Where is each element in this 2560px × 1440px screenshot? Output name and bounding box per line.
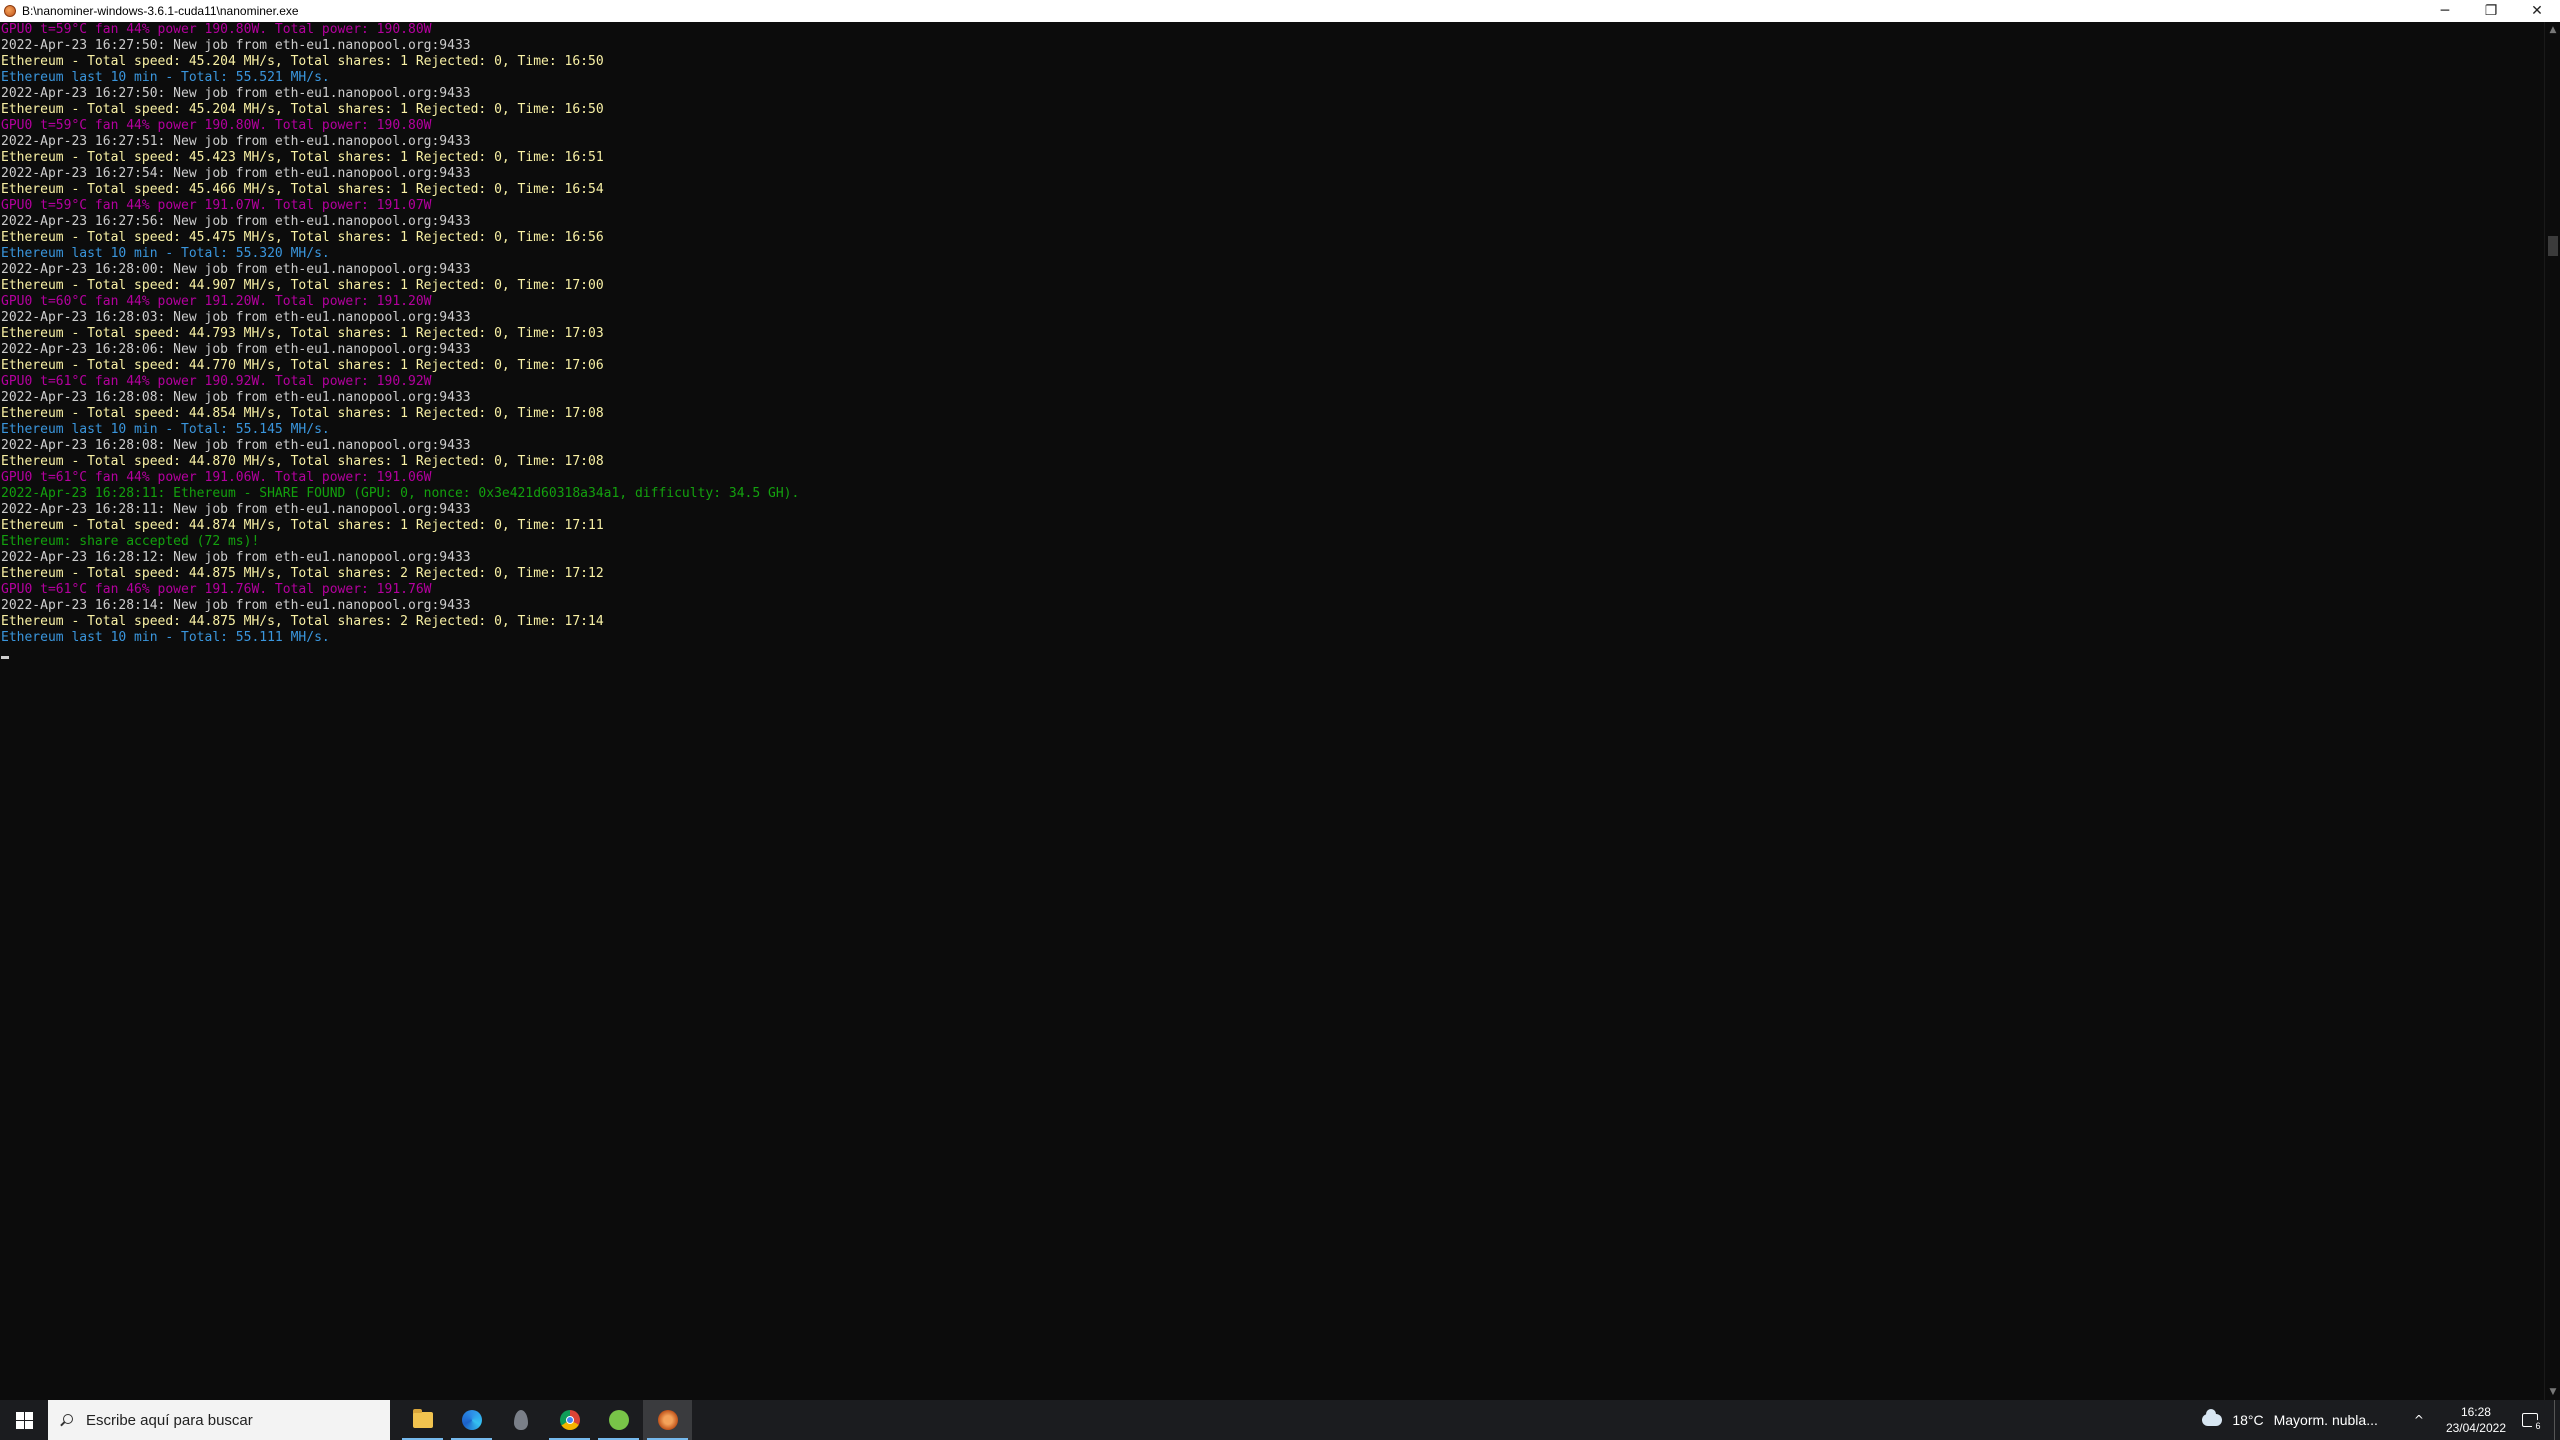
console-line: GPU0 t=59°C fan 44% power 191.07W. Total…: [1, 198, 432, 213]
console-line: Ethereum - Total speed: 45.423 MH/s, Tot…: [1, 150, 604, 165]
cloud-icon: [2202, 1409, 2223, 1426]
taskbar: 18°C Mayorm. nubla... ^ 16:28 23/04/2022…: [0, 1400, 2560, 1440]
window-controls: ─ ❐ ✕: [2422, 0, 2560, 22]
close-button[interactable]: ✕: [2514, 0, 2560, 22]
weather-desc: Mayorm. nubla...: [2273, 1412, 2378, 1428]
console-line: Ethereum - Total speed: 44.793 MH/s, Tot…: [1, 326, 604, 341]
scroll-down-arrow-icon[interactable]: ▼: [2545, 1384, 2560, 1400]
taskbar-app-chrome[interactable]: [545, 1400, 594, 1440]
windows-logo-icon: [15, 1411, 33, 1429]
flame-icon: [513, 1410, 528, 1430]
console-line: Ethereum - Total speed: 45.204 MH/s, Tot…: [1, 102, 604, 117]
taskbar-apps: [398, 1400, 692, 1440]
console-line: GPU0 t=59°C fan 44% power 190.80W. Total…: [1, 118, 432, 133]
taskbar-app-nanominer[interactable]: [643, 1400, 692, 1440]
system-tray: 18°C Mayorm. nubla... ^ 16:28 23/04/2022…: [2202, 1400, 2560, 1440]
console-line: 2022-Apr-23 16:27:50: New job from eth-e…: [1, 86, 471, 101]
console-line: Ethereum - Total speed: 44.870 MH/s, Tot…: [1, 454, 604, 469]
console-line: 2022-Apr-23 16:28:11: Ethereum - SHARE F…: [1, 486, 800, 501]
console-line: Ethereum - Total speed: 45.466 MH/s, Tot…: [1, 182, 604, 197]
title-bar[interactable]: B:\nanominer-windows-3.6.1-cuda11\nanomi…: [0, 0, 2560, 22]
console-line: Ethereum - Total speed: 44.875 MH/s, Tot…: [1, 614, 604, 629]
notification-icon[interactable]: 6: [2522, 1413, 2544, 1432]
utorrent-icon: [608, 1410, 629, 1430]
console-line: 2022-Apr-23 16:27:50: New job from eth-e…: [1, 38, 471, 53]
clock-time: 16:28: [2460, 1405, 2491, 1419]
weather-temp: 18°C: [2232, 1412, 2264, 1428]
clock-date: 23/04/2022: [2445, 1421, 2506, 1435]
console-line: Ethereum: share accepted (72 ms)!: [1, 534, 260, 549]
console-line: Ethereum - Total speed: 44.874 MH/s, Tot…: [1, 518, 604, 533]
console-line: GPU0 t=61°C fan 44% power 190.92W. Total…: [1, 374, 432, 389]
nanominer-app-icon[interactable]: [4, 5, 16, 17]
nanominer-icon: [657, 1410, 678, 1430]
taskbar-app-utorrent[interactable]: [594, 1400, 643, 1440]
console-output[interactable]: GPU0 t=59°C fan 44% power 190.80W. Total…: [0, 22, 2544, 1400]
console-line: GPU0 t=60°C fan 44% power 191.20W. Total…: [1, 294, 432, 309]
console-line: 2022-Apr-23 16:28:12: New job from eth-e…: [1, 550, 471, 565]
console-line: GPU0 t=61°C fan 46% power 191.76W. Total…: [1, 582, 432, 597]
window-title: B:\nanominer-windows-3.6.1-cuda11\nanomi…: [22, 4, 299, 18]
console-line: GPU0 t=61°C fan 44% power 191.06W. Total…: [1, 470, 432, 485]
console-line: GPU0 t=59°C fan 44% power 190.80W. Total…: [1, 22, 432, 37]
taskbar-app-flame-app[interactable]: [496, 1400, 545, 1440]
minimize-button[interactable]: ─: [2422, 0, 2468, 22]
console-line: Ethereum - Total speed: 44.770 MH/s, Tot…: [1, 358, 604, 373]
show-desktop-button[interactable]: [2554, 1400, 2560, 1440]
console-line: 2022-Apr-23 16:28:06: New job from eth-e…: [1, 342, 471, 357]
console-line: Ethereum - Total speed: 44.907 MH/s, Tot…: [1, 278, 604, 293]
console-line: 2022-Apr-23 16:27:56: New job from eth-e…: [1, 214, 471, 229]
console-lines: GPU0 t=59°C fan 44% power 190.80W. Total…: [0, 22, 2544, 646]
console-line: Ethereum last 10 min - Total: 55.145 MH/…: [1, 422, 330, 437]
console-line: 2022-Apr-23 16:27:54: New job from eth-e…: [1, 166, 471, 181]
console-line: 2022-Apr-23 16:27:51: New job from eth-e…: [1, 134, 471, 149]
console-line: 2022-Apr-23 16:28:03: New job from eth-e…: [1, 310, 471, 325]
vertical-scrollbar[interactable]: ▲ ▼: [2544, 22, 2560, 1400]
chevron-up-icon[interactable]: ^: [2414, 1413, 2424, 1427]
notification-count: 6: [2532, 1420, 2544, 1432]
console-line: 2022-Apr-23 16:28:00: New job from eth-e…: [1, 262, 471, 277]
chrome-icon: [559, 1410, 580, 1430]
scroll-up-arrow-icon[interactable]: ▲: [2545, 22, 2560, 38]
console-line: Ethereum - Total speed: 45.475 MH/s, Tot…: [1, 230, 604, 245]
taskbar-app-edge[interactable]: [447, 1400, 496, 1440]
console-line: Ethereum - Total speed: 44.875 MH/s, Tot…: [1, 566, 604, 581]
maximize-button[interactable]: ❐: [2468, 0, 2514, 22]
console-line: 2022-Apr-23 16:28:08: New job from eth-e…: [1, 438, 471, 453]
start-button[interactable]: [0, 1400, 48, 1440]
folder-icon: [412, 1409, 433, 1428]
console-line: Ethereum - Total speed: 45.204 MH/s, Tot…: [1, 54, 604, 69]
console-line: 2022-Apr-23 16:28:08: New job from eth-e…: [1, 390, 471, 405]
taskbar-search[interactable]: [48, 1400, 390, 1440]
taskbar-app-file-explorer[interactable]: [398, 1400, 447, 1440]
console-line: Ethereum last 10 min - Total: 55.521 MH/…: [1, 70, 330, 85]
console-line: 2022-Apr-23 16:28:11: New job from eth-e…: [1, 502, 471, 517]
search-input[interactable]: [84, 1410, 358, 1430]
search-icon: [60, 1414, 73, 1426]
text-cursor: [1, 656, 9, 659]
taskbar-clock[interactable]: 16:28 23/04/2022: [2446, 1404, 2506, 1436]
scroll-thumb[interactable]: [2548, 236, 2558, 256]
console-line: Ethereum last 10 min - Total: 55.111 MH/…: [1, 630, 330, 645]
console-line: 2022-Apr-23 16:28:14: New job from eth-e…: [1, 598, 471, 613]
console-line: Ethereum last 10 min - Total: 55.320 MH/…: [1, 246, 330, 261]
edge-icon: [461, 1410, 482, 1430]
console-line: Ethereum - Total speed: 44.854 MH/s, Tot…: [1, 406, 604, 421]
weather-widget[interactable]: 18°C Mayorm. nubla...: [2202, 1409, 2388, 1428]
